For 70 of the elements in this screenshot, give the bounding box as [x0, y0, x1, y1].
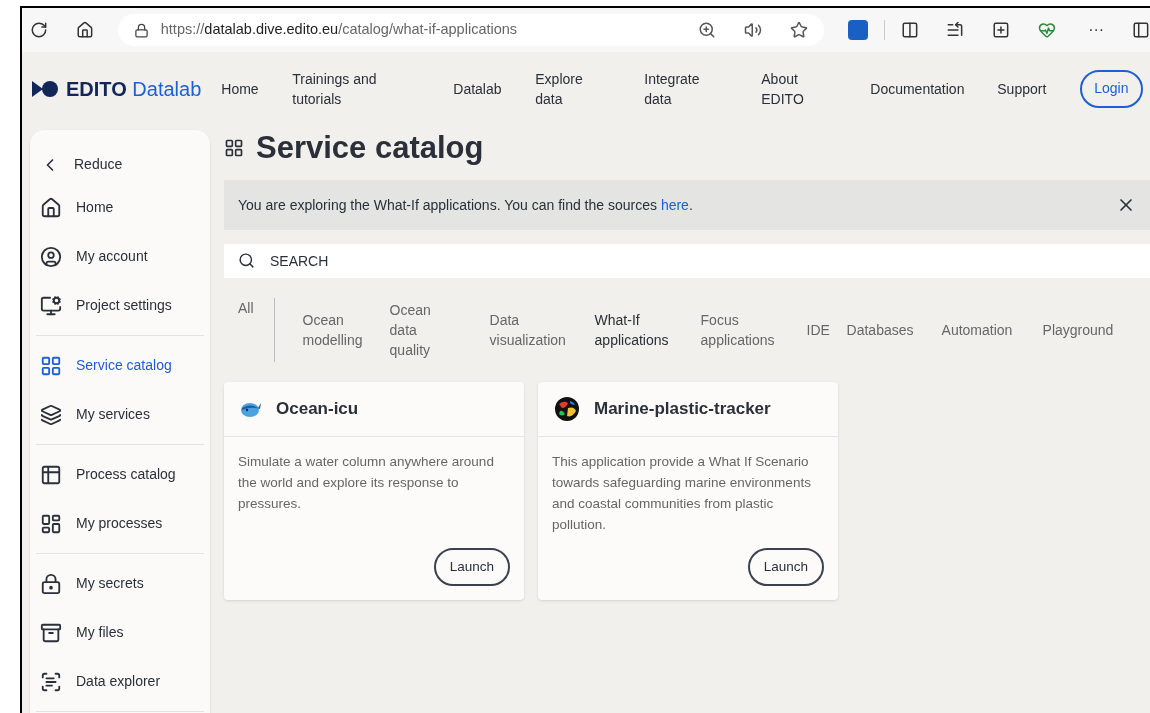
nav-link[interactable]: Datalab — [453, 78, 536, 99]
card-description: Simulate a water column anywhere around the world and explore its response to pressures. — [237, 453, 495, 513]
heart-pulse-icon[interactable] — [1038, 21, 1057, 39]
speaker-icon[interactable] — [743, 21, 762, 39]
panel-icon[interactable] — [1132, 21, 1150, 39]
launch-button[interactable]: Launch — [747, 548, 824, 586]
reload-icon[interactable] — [30, 21, 48, 39]
logo-icon — [32, 80, 58, 97]
address-field[interactable]: https://datalab.dive.edito.eu/catalog/what-if-applications — [117, 14, 824, 46]
globe-icon — [554, 396, 580, 422]
sidebar-item[interactable]: Process catalog — [36, 450, 204, 499]
sidebar-item[interactable]: My processes — [36, 499, 204, 548]
table-icon — [40, 463, 62, 486]
nav-link[interactable]: Trainings and tutorials — [292, 68, 454, 109]
sidebar-item[interactable]: My account — [36, 232, 204, 281]
sidebar-item[interactable]: Project settings — [36, 281, 204, 330]
category-tab[interactable]: Ocean modelling — [274, 310, 379, 350]
grid-icon — [40, 354, 62, 377]
layers-icon — [40, 403, 62, 426]
banner-text: You are exploring the What-If applications. You can find the sources here. — [238, 195, 694, 215]
category-tab[interactable]: Focus applications — [689, 310, 796, 350]
category-tab[interactable]: Ocean data quality — [378, 300, 479, 360]
tray-icon — [40, 621, 62, 644]
category-tab[interactable]: All — [224, 298, 274, 318]
url-text: https://datalab.dive.edito.eu/catalog/what-if-applications — [160, 20, 519, 40]
nav-link[interactable]: Integrate data — [644, 68, 762, 109]
launch-button[interactable]: Launch — [433, 548, 510, 586]
nav-link[interactable]: Documentation — [870, 78, 998, 99]
home-icon[interactable] — [75, 21, 94, 39]
home-icon — [40, 196, 62, 219]
category-tab[interactable]: Playground — [1031, 320, 1124, 340]
zoom-icon[interactable] — [697, 21, 716, 39]
nav-link[interactable]: Support — [997, 78, 1077, 99]
logo-text[interactable]: EDITO Datalab — [66, 73, 202, 104]
category-tab[interactable]: Automation — [930, 320, 1032, 340]
page-title: Service catalog — [256, 128, 484, 167]
sidebar-item[interactable]: Home — [36, 183, 204, 232]
panels-icon — [40, 512, 62, 535]
login-button[interactable]: Login — [1080, 69, 1143, 108]
sidebar-item[interactable]: Service catalog — [36, 341, 204, 390]
category-tab[interactable]: Data visualization — [478, 310, 584, 350]
category-tab[interactable]: IDE — [795, 320, 836, 340]
favorites-icon[interactable] — [946, 21, 965, 39]
reduce-button[interactable]: Reduce — [36, 146, 204, 183]
grid-icon — [224, 138, 244, 158]
search-icon — [238, 252, 255, 269]
more-button[interactable]: ··· — [1088, 18, 1105, 42]
split-screen-icon[interactable] — [900, 21, 919, 39]
sidebar-item[interactable]: My services — [36, 390, 204, 439]
sidebar-item[interactable]: My secrets — [36, 559, 204, 608]
monitor-icon — [40, 294, 62, 317]
star-icon[interactable] — [789, 21, 808, 39]
sources-link[interactable]: here — [660, 196, 689, 213]
card-title: Marine-plastic-tracker — [594, 398, 771, 421]
category-tab[interactable]: Databases — [835, 320, 931, 340]
collections-icon[interactable] — [992, 21, 1011, 39]
document-icon — [40, 670, 62, 693]
sidebar-item[interactable]: My files — [36, 608, 204, 657]
user-icon — [40, 245, 62, 268]
nav-link[interactable]: About EDITO — [761, 68, 871, 109]
search-field[interactable]: SEARCH — [224, 244, 1150, 278]
card-title: Ocean-icu — [276, 398, 359, 421]
lock-icon — [40, 572, 62, 595]
sidebar-item[interactable]: Data explorer — [36, 657, 204, 706]
category-tab[interactable]: What-If applications — [583, 310, 690, 350]
whale-icon — [240, 400, 262, 418]
nav-link[interactable]: Home — [221, 78, 293, 99]
nav-link[interactable]: Explore data — [535, 68, 645, 109]
lock-icon — [133, 22, 149, 38]
card-description: This application provide a What If Scenario towards safeguarding marine environments and coastal communities from plastic pollution. — [551, 453, 812, 534]
